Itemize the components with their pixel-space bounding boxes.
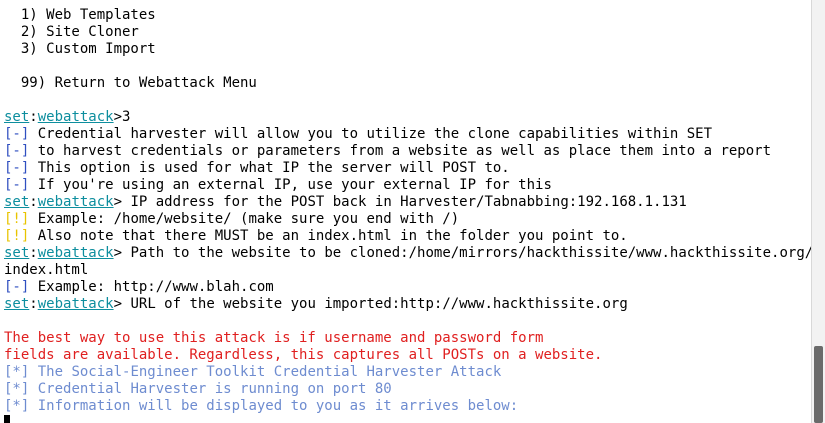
- warning-tag: [!]: [4, 228, 30, 244]
- warning-tag: [!]: [4, 211, 30, 227]
- prompt-gt: >: [113, 296, 123, 312]
- prompt-line-choice: set:webattack>3: [4, 109, 812, 126]
- prompt-context: webattack: [37, 296, 114, 312]
- status-text: The Social-Engineer Toolkit Credential H…: [29, 364, 502, 380]
- menu-item-site-cloner: 2) Site Cloner: [4, 24, 139, 40]
- vertical-scrollbar[interactable]: [811, 0, 825, 423]
- info-text: Credential harvester will allow you to u…: [29, 126, 713, 142]
- prompt-line-path: set:webattack> Path to the website to be…: [4, 245, 812, 262]
- prompt-set: set: [4, 194, 30, 210]
- info-tag: [-]: [4, 143, 30, 159]
- prompt-gt: >: [113, 109, 123, 125]
- info-text: If you're using an external IP, use your…: [29, 177, 552, 193]
- info-tag: [-]: [4, 126, 30, 142]
- status-line: [*] Credential Harvester is running on p…: [4, 381, 812, 398]
- input-line[interactable]: [4, 415, 812, 423]
- info-tag: [-]: [4, 177, 30, 193]
- status-tag: [*]: [4, 381, 30, 397]
- prompt-colon: :: [29, 245, 38, 261]
- prompt-gt: >: [113, 245, 123, 261]
- scrollbar-thumb[interactable]: [814, 346, 823, 423]
- notice-line: fields are available. Regardless, this c…: [4, 347, 603, 363]
- prompt-set: set: [4, 245, 30, 261]
- status-text: Credential Harvester is running on port …: [29, 381, 392, 397]
- info-text: to harvest credentials or parameters fro…: [29, 143, 772, 159]
- prompt-gt: >: [113, 194, 123, 210]
- prompt-set: set: [4, 296, 30, 312]
- prompt-context: webattack: [37, 109, 114, 125]
- info-tag: [-]: [4, 160, 30, 176]
- info-line: [-] Credential harvester will allow you …: [4, 126, 812, 143]
- menu-item-custom-import: 3) Custom Import: [4, 41, 156, 57]
- info-tag: [-]: [4, 279, 30, 295]
- menu-item-return: 99) Return to Webattack Menu: [4, 75, 257, 91]
- prompt-line-url: set:webattack> URL of the website you im…: [4, 296, 812, 313]
- prompt-colon: :: [29, 194, 38, 210]
- status-line: [*] The Social-Engineer Toolkit Credenti…: [4, 364, 812, 381]
- info-line: [-] If you're using an external IP, use …: [4, 177, 812, 194]
- warning-text: Example: /home/website/ (make sure you e…: [29, 211, 460, 227]
- menu-item-web-templates: 1) Web Templates: [4, 7, 156, 23]
- prompt-set: set: [4, 109, 30, 125]
- warning-text: Also note that there MUST be an index.ht…: [29, 228, 628, 244]
- terminal-window[interactable]: 1) Web Templates 2) Site Cloner 3) Custo…: [0, 0, 825, 423]
- prompt-text-path: Path to the website to be cloned:/home/m…: [122, 245, 812, 261]
- info-line: [-] to harvest credentials or parameters…: [4, 143, 812, 160]
- terminal-output: 1) Web Templates 2) Site Cloner 3) Custo…: [4, 7, 812, 423]
- status-text: Information will be displayed to you as …: [29, 398, 519, 414]
- info-text: Example: http://www.blah.com: [29, 279, 274, 295]
- path-continuation: index.html: [4, 262, 89, 278]
- prompt-line-ip: set:webattack> IP address for the POST b…: [4, 194, 812, 211]
- warning-line: [!] Also note that there MUST be an inde…: [4, 228, 812, 245]
- prompt-context: webattack: [37, 245, 114, 261]
- info-line: [-] This option is used for what IP the …: [4, 160, 812, 177]
- prompt-input-choice: 3: [122, 109, 131, 125]
- notice-line: The best way to use this attack is if us…: [4, 330, 544, 346]
- prompt-text-ip: IP address for the POST back in Harveste…: [122, 194, 687, 210]
- warning-line: [!] Example: /home/website/ (make sure y…: [4, 211, 812, 228]
- prompt-context: webattack: [37, 194, 114, 210]
- status-tag: [*]: [4, 398, 30, 414]
- prompt-colon: :: [29, 296, 38, 312]
- prompt-text-url: URL of the website you imported:http://w…: [122, 296, 628, 312]
- status-line: [*] Information will be displayed to you…: [4, 398, 812, 415]
- info-line: [-] Example: http://www.blah.com: [4, 279, 812, 296]
- status-tag: [*]: [4, 364, 30, 380]
- prompt-colon: :: [29, 109, 38, 125]
- info-text: This option is used for what IP the serv…: [29, 160, 510, 176]
- text-cursor: [4, 415, 10, 423]
